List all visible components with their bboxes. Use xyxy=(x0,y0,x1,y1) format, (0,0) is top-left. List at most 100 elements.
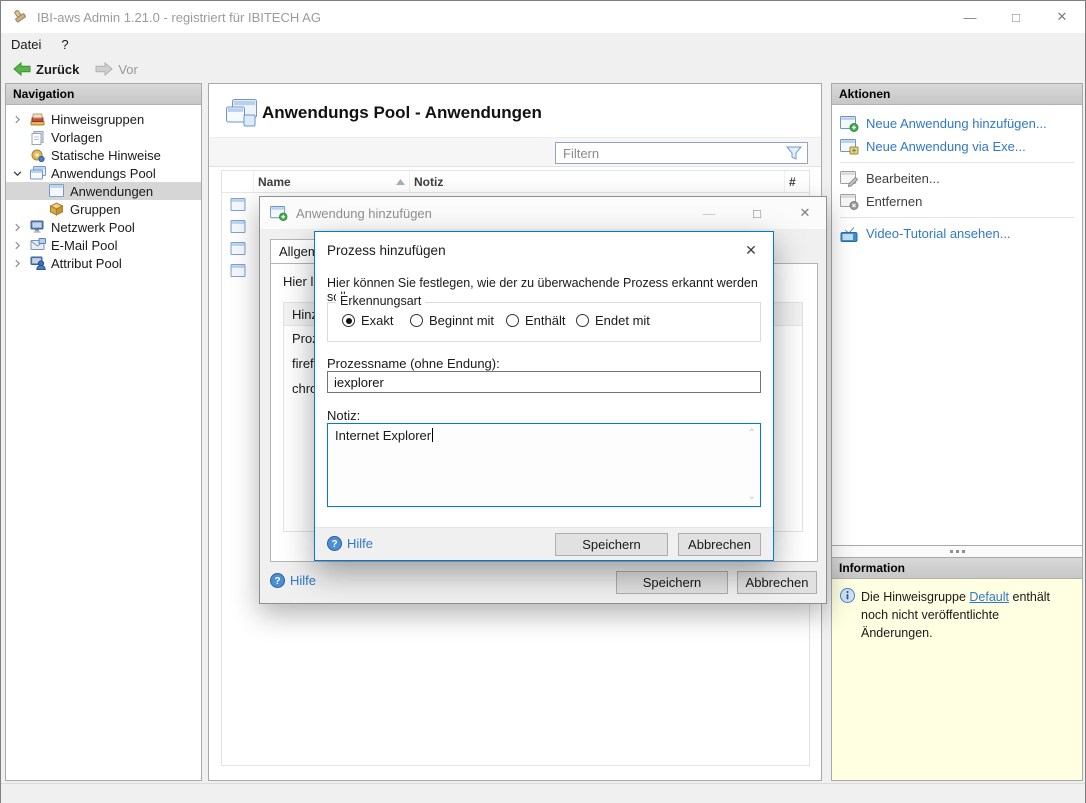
save-button[interactable]: Speichern xyxy=(555,533,668,556)
column-count[interactable]: # xyxy=(785,171,809,192)
action-label: Entfernen xyxy=(866,194,922,209)
radio-beginnt-mit[interactable]: Beginnt mit xyxy=(410,313,494,328)
help-icon: ? xyxy=(327,536,342,551)
window-icon xyxy=(222,198,254,211)
dialog-minimize-button[interactable]: — xyxy=(698,202,720,224)
dialog-close-button[interactable]: ✕ xyxy=(794,202,816,224)
toolbar: Zurück Vor xyxy=(1,56,1085,82)
column-checkbox[interactable] xyxy=(222,171,254,192)
text-caret xyxy=(432,428,433,442)
window-exe-icon xyxy=(840,139,859,155)
information-header: Information xyxy=(832,558,1082,579)
menu-datei[interactable]: Datei xyxy=(1,35,51,54)
static-notices-icon xyxy=(30,148,47,163)
column-name[interactable]: Name xyxy=(254,171,410,192)
radio-label: Endet mit xyxy=(595,313,650,328)
filter-input[interactable] xyxy=(561,145,786,162)
action-new-application-exe[interactable]: Neue Anwendung via Exe... xyxy=(832,135,1082,158)
radio-label: Enthält xyxy=(525,313,565,328)
tree-item-statische-hinweise[interactable]: Statische Hinweise xyxy=(6,146,201,164)
dialog-prozess-hinzufuegen: Prozess hinzufügen ✕ Hier können Sie fes… xyxy=(314,231,774,561)
action-label: Bearbeiten... xyxy=(866,171,940,186)
radio-label: Exakt xyxy=(361,313,394,328)
cancel-button[interactable]: Abbrechen xyxy=(678,533,761,556)
window-add-icon xyxy=(270,206,288,221)
applications-header-icon xyxy=(226,99,258,127)
tree-label: Anwendungen xyxy=(70,184,153,199)
menu-bar: Datei ? xyxy=(1,33,1085,56)
filter-funnel-icon[interactable] xyxy=(786,146,802,160)
chevron-right-icon[interactable] xyxy=(13,115,30,124)
column-notiz[interactable]: Notiz xyxy=(410,171,785,192)
tree-item-email-pool[interactable]: E-Mail Pool xyxy=(6,236,201,254)
tab-allgemein[interactable]: Allgem xyxy=(270,239,316,264)
app-icon xyxy=(11,9,29,25)
default-group-link[interactable]: Default xyxy=(969,590,1009,604)
tree-label: Netzwerk Pool xyxy=(51,220,135,235)
forward-arrow-icon xyxy=(95,62,113,76)
groups-box-icon xyxy=(49,202,66,217)
dialog-close-button[interactable]: ✕ xyxy=(741,240,761,260)
radio-icon[interactable] xyxy=(576,314,589,327)
process-name-label: Prozessname (ohne Endung): xyxy=(327,356,500,371)
radio-selected-icon[interactable] xyxy=(342,314,355,327)
chevron-right-icon[interactable] xyxy=(13,223,30,232)
tree-item-hinweisgruppen[interactable]: Hinweisgruppen xyxy=(6,110,201,128)
note-textarea[interactable]: Internet Explorer ⌃ ⌄ xyxy=(327,423,761,507)
tree-item-attribut-pool[interactable]: Attribut Pool xyxy=(6,254,201,272)
actions-separator xyxy=(840,162,1074,163)
dialog-maximize-button[interactable]: □ xyxy=(746,202,768,224)
column-notiz-label: Notiz xyxy=(414,175,443,189)
scroll-up-icon[interactable]: ⌃ xyxy=(748,428,756,439)
cancel-button[interactable]: Abbrechen xyxy=(737,571,817,594)
dialog-help-link[interactable]: ? Hilfe xyxy=(327,536,373,551)
action-label: Neue Anwendung hinzufügen... xyxy=(866,116,1047,131)
chevron-down-icon[interactable] xyxy=(13,169,30,178)
tree-item-netzwerk-pool[interactable]: Netzwerk Pool xyxy=(6,218,201,236)
action-video-tutorial[interactable]: Video-Tutorial ansehen... xyxy=(832,222,1082,245)
tree-item-anwendungen[interactable]: Anwendungen xyxy=(6,182,201,200)
table-header: Name Notiz # xyxy=(222,171,809,193)
chevron-right-icon[interactable] xyxy=(13,259,30,268)
action-remove[interactable]: Entfernen xyxy=(832,190,1082,213)
back-button[interactable]: Zurück xyxy=(7,60,85,79)
tree-label: Gruppen xyxy=(70,202,121,217)
action-new-application[interactable]: Neue Anwendung hinzufügen... xyxy=(832,112,1082,135)
maximize-button[interactable]: □ xyxy=(993,1,1039,33)
templates-icon xyxy=(30,130,47,145)
window-controls: — □ ✕ xyxy=(947,1,1085,33)
window-add-icon xyxy=(840,116,859,132)
svg-text:?: ? xyxy=(274,576,280,587)
radio-enthaelt[interactable]: Enthält xyxy=(506,313,565,328)
actions-panel: Aktionen Neue Anwendung hinzufügen... Ne… xyxy=(831,83,1083,546)
minimize-button[interactable]: — xyxy=(947,1,993,33)
radio-icon[interactable] xyxy=(506,314,519,327)
tree-item-gruppen[interactable]: Gruppen xyxy=(6,200,201,218)
radio-exakt[interactable]: Exakt xyxy=(342,313,394,328)
radio-endet-mit[interactable]: Endet mit xyxy=(576,313,650,328)
notice-groups-icon xyxy=(30,112,47,127)
window-icon xyxy=(222,220,254,233)
tree-item-anwendungs-pool[interactable]: Anwendungs Pool xyxy=(6,164,201,182)
navigation-tree: Hinweisgruppen Vorlagen Statische Hinwei… xyxy=(6,105,201,272)
back-arrow-icon xyxy=(13,62,31,76)
scroll-down-icon[interactable]: ⌄ xyxy=(748,491,756,502)
close-button[interactable]: ✕ xyxy=(1039,1,1085,33)
save-button[interactable]: Speichern xyxy=(616,571,728,594)
tree-label: Hinweisgruppen xyxy=(51,112,144,127)
action-edit[interactable]: Bearbeiten... xyxy=(832,167,1082,190)
chevron-right-icon[interactable] xyxy=(13,241,30,250)
navigation-panel: Navigation Hinweisgruppen Vorlagen Stati… xyxy=(5,83,202,781)
tree-item-vorlagen[interactable]: Vorlagen xyxy=(6,128,201,146)
window-title: IBI-aws Admin 1.21.0 - registriert für I… xyxy=(37,10,321,25)
clipped-instruction-text: Hier l xyxy=(283,274,313,289)
menu-help[interactable]: ? xyxy=(51,35,78,54)
page-title: Anwendungs Pool - Anwendungen xyxy=(262,103,542,123)
panel-splitter-handle[interactable] xyxy=(831,546,1083,557)
filter-box[interactable] xyxy=(555,142,808,164)
process-name-input[interactable] xyxy=(327,371,761,393)
tree-label: Vorlagen xyxy=(51,130,102,145)
forward-button[interactable]: Vor xyxy=(89,60,144,79)
radio-icon[interactable] xyxy=(410,314,423,327)
dialog-help-link[interactable]: ? Hilfe xyxy=(270,573,316,588)
